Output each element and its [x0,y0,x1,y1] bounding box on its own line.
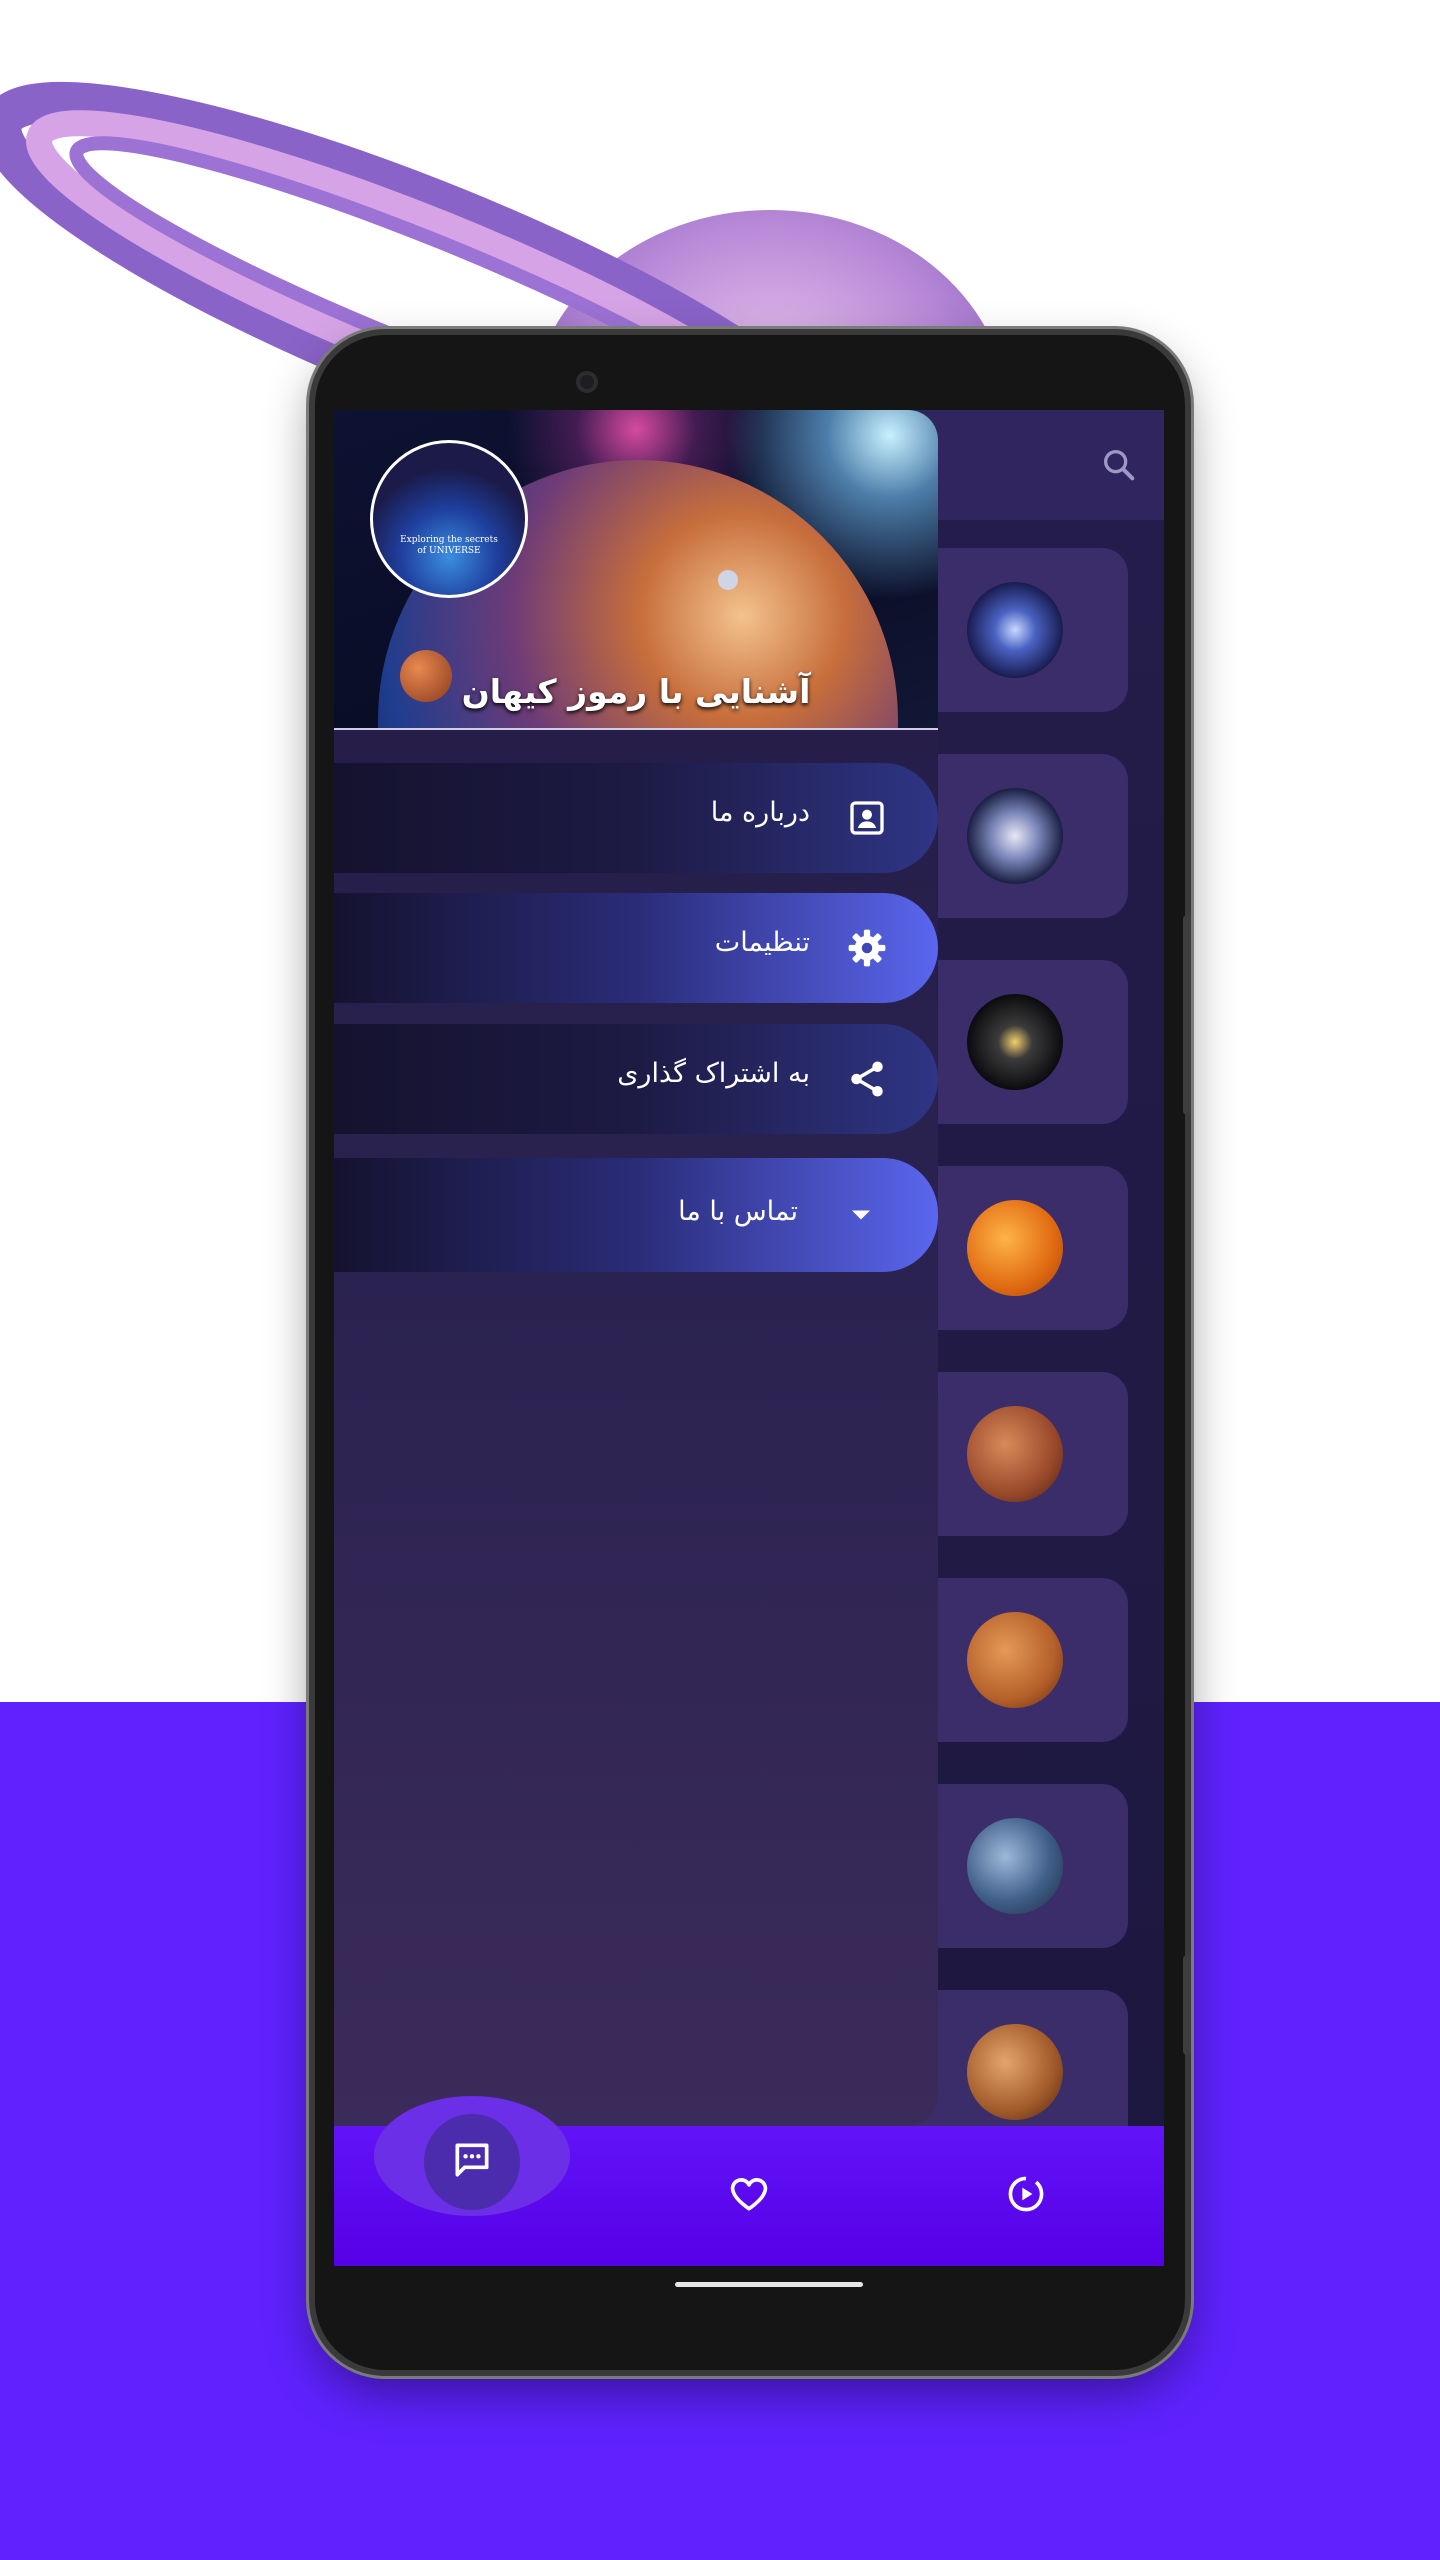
chevron-down-icon [840,1194,882,1236]
menu-item-contact-us[interactable]: تماس با ما [334,1158,938,1272]
earth-image [967,1818,1063,1914]
search-button[interactable] [1092,438,1146,492]
logo-text-line2: of UNIVERSE [417,546,481,556]
venus-image [967,1406,1063,1502]
chat-icon [455,2143,489,2177]
jupiter-image [967,2024,1063,2120]
phone-side-button [1183,915,1191,1115]
phone-side-button [1183,1955,1191,2055]
gear-icon [846,927,888,969]
menu-item-share[interactable]: به اشتراک گذاری [334,1024,938,1134]
drawer-header: Exploring the secrets of UNIVERSE آشنایی… [334,410,938,730]
menu-item-label: به اشتراک گذاری [617,1058,810,1089]
drawer-title: آشنایی با رموز کیهان [461,672,811,711]
app-screen: Exploring the secrets of UNIVERSE آشنایی… [334,410,1164,2266]
nav-item-chat[interactable] [442,2130,502,2190]
bottom-navigation [334,2096,1164,2266]
moon-artwork [718,570,738,590]
logo-text-line1: Exploring the secrets [400,535,498,545]
play-circle-icon [1008,2176,1044,2212]
black-hole-image [967,582,1063,678]
logo-text: Exploring the secrets of UNIVERSE [373,535,525,557]
menu-item-about-us[interactable]: درباره ما [334,763,938,873]
heart-icon [730,2178,768,2211]
menu-item-label: تماس با ما [678,1196,798,1227]
search-icon [1104,450,1135,481]
phone-mockup: Exploring the secrets of UNIVERSE آشنایی… [315,335,1191,2370]
menu-item-label: درباره ما [710,797,810,828]
solar-system-image [967,994,1063,1090]
share-icon [846,1058,888,1100]
sun-image [967,1200,1063,1296]
menu-item-settings[interactable]: تنظیمات [334,893,938,1003]
nav-item-media[interactable] [996,2164,1056,2224]
contact-card-icon [846,797,888,839]
menu-item-label: تنظیمات [714,927,810,958]
galaxy-image [967,788,1063,884]
home-indicator [675,2282,863,2287]
app-logo: Exploring the secrets of UNIVERSE [370,440,528,598]
front-camera [576,371,598,393]
nav-item-favorites[interactable] [719,2164,779,2224]
mars-image [967,1612,1063,1708]
navigation-drawer: Exploring the secrets of UNIVERSE آشنایی… [334,410,938,2126]
